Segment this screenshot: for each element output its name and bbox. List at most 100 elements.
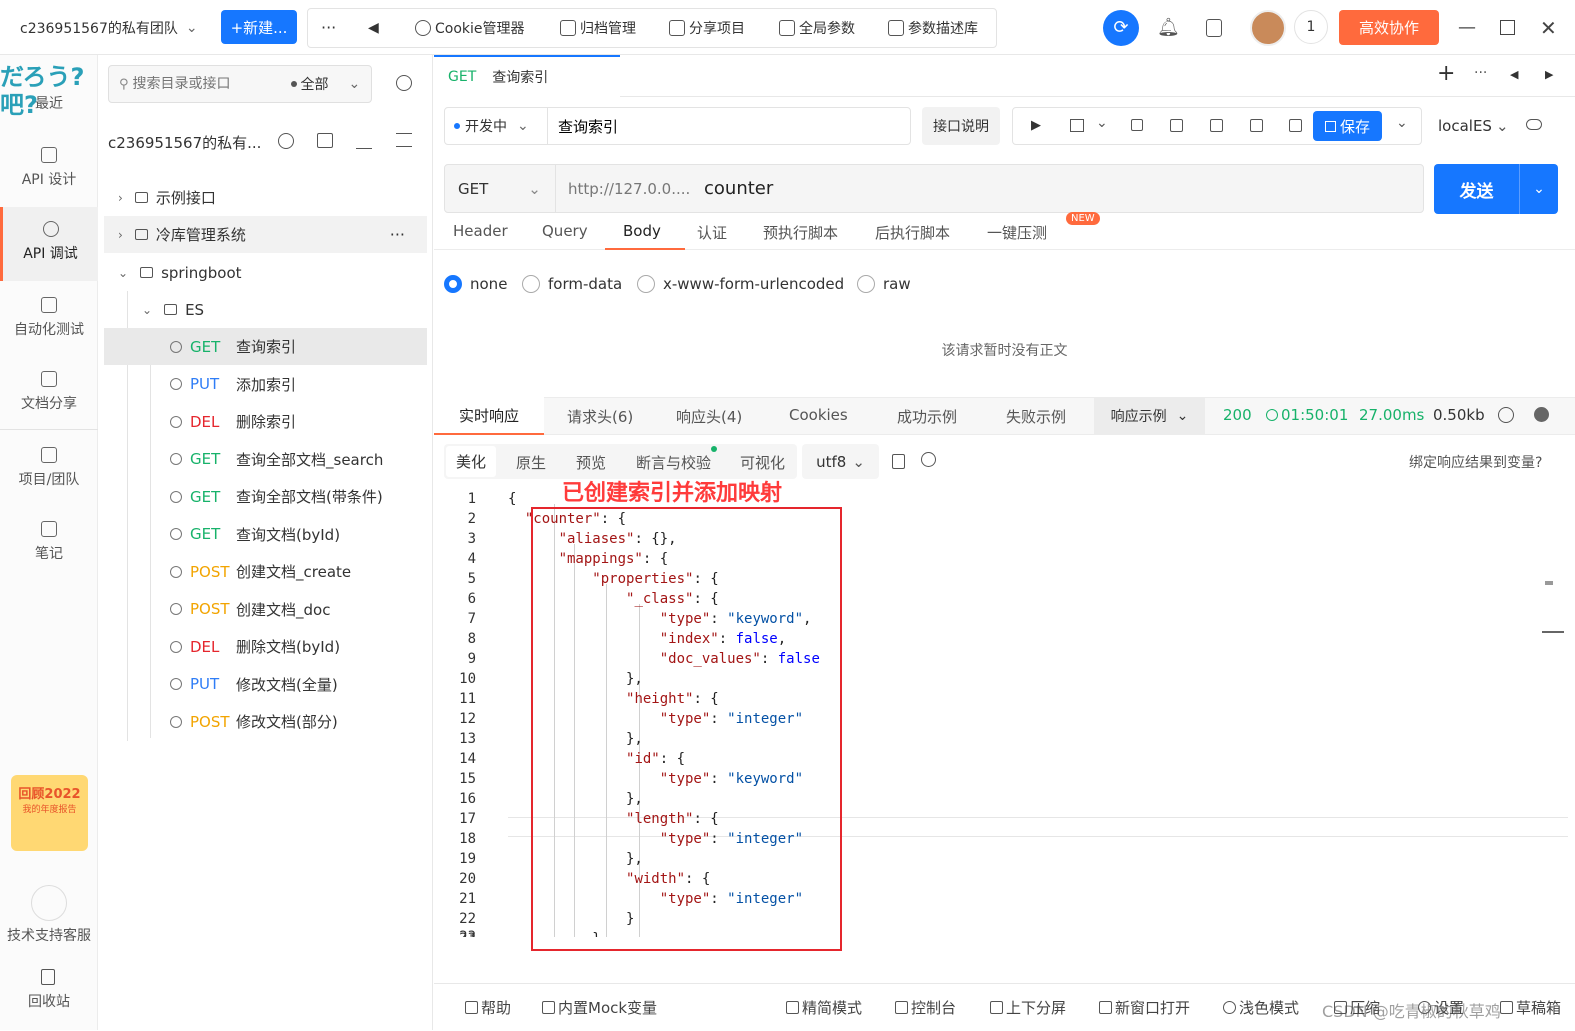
eye-icon[interactable] [1526,119,1542,130]
api-item[interactable]: GET 查询全部文档(带条件) [104,478,427,515]
folder-sample[interactable]: › 示例接口 [104,179,427,216]
tab-response-headers[interactable]: 响应头(4) [676,406,742,427]
collab-button[interactable]: 高效协作 [1339,10,1439,45]
tab-cookies[interactable]: Cookies [789,406,848,424]
add-tab-icon[interactable]: + [1437,61,1455,86]
chevron-down-icon[interactable]: ⌄ [1396,115,1408,131]
compact-mode-button[interactable]: 精简模式 [786,984,862,1031]
api-item[interactable]: POST 修改文档(部分) [104,703,427,740]
global-params-button[interactable]: 全局参数 [779,0,855,55]
tab-header[interactable]: Header [453,222,508,240]
globe-icon[interactable] [1498,407,1514,423]
url-input[interactable]: counter [704,164,773,213]
folder-springboot[interactable]: ⌄ springboot [104,254,427,291]
sort-icon[interactable] [396,133,412,147]
method-select[interactable]: GET ⌄ [458,164,541,213]
response-example-select[interactable]: 响应示例 ⌄ [1094,398,1205,434]
close-icon[interactable]: ✕ [1540,0,1557,55]
doc-button[interactable]: 接口说明 [922,107,1000,145]
tab-body[interactable]: Body [623,222,661,240]
drafts-button[interactable]: 草稿箱 [1500,984,1561,1031]
format-icon[interactable] [1070,119,1084,132]
tab-fail-example[interactable]: 失败示例 [1006,406,1066,427]
tab-raw[interactable]: 原生 [516,452,546,473]
share-tree-icon[interactable] [278,133,294,149]
rail-api-debug[interactable]: API 调试 [0,207,98,281]
rail-recent[interactable]: 最近 [0,93,98,123]
share-icon[interactable] [1250,119,1263,132]
copy-icon[interactable] [1170,119,1183,132]
radio-urlencoded[interactable]: x-www-form-urlencoded [637,275,844,293]
send-options-button[interactable]: ⌄ [1519,164,1558,214]
split-button[interactable]: 上下分屏 [990,984,1066,1031]
lock-icon[interactable] [1131,119,1143,131]
rail-automation[interactable]: 自动化测试 [0,283,98,357]
tab-auth[interactable]: 认证 [697,222,727,243]
copy-icon[interactable] [892,454,905,469]
sync-icon[interactable]: ⟳ [1103,10,1139,46]
tab-next-icon[interactable]: ▶ [1545,68,1553,81]
light-mode-button[interactable]: 浅色模式 [1223,984,1299,1031]
more-button[interactable]: ··· [321,0,336,55]
tab-prescript[interactable]: 预执行脚本 [763,222,838,243]
trash-label[interactable]: 回收站 [0,991,98,1011]
tab-more-icon[interactable]: ··· [1474,65,1487,81]
bell-icon[interactable]: 🔔︎ [1157,0,1180,55]
add-folder-icon[interactable] [317,133,333,148]
import-icon[interactable] [356,133,372,149]
mock-vars-button[interactable]: 内置Mock变量 [542,984,657,1031]
tab-prev-icon[interactable]: ◀ [1510,68,1518,81]
api-item[interactable]: DEL 删除索引 [104,403,427,440]
run-icon[interactable]: ▶ [1031,118,1041,133]
api-item[interactable]: DEL 删除文档(byId) [104,628,427,665]
year-review-banner[interactable]: 回顾2022 我的年度报告 [11,775,88,851]
filter-select[interactable]: 全部 [301,74,329,94]
support-icon[interactable] [31,885,67,921]
encoding-select[interactable]: utf8 ⌄ [802,444,879,479]
api-item[interactable]: GET 查询文档(byId) [104,516,427,553]
tab-stress-test[interactable]: 一键压测 [987,222,1047,243]
api-item[interactable]: POST 创建文档_doc [104,591,427,628]
notification-count[interactable]: 1 [1294,10,1328,44]
radio-form-data[interactable]: form-data [522,275,622,293]
bind-variable-link[interactable]: 绑定响应结果到变量? [1409,452,1542,472]
search-input[interactable] [132,76,273,92]
env-select[interactable]: localES ⌄ [1438,107,1509,145]
team-selector[interactable]: c236951567的私有团队 ⌄ [20,0,198,55]
status-select[interactable]: 开发中 ⌄ [454,107,529,145]
tab-query[interactable]: Query [542,222,588,240]
archive-button[interactable]: 归档管理 [560,0,636,55]
notes-icon[interactable] [1206,19,1222,37]
cookie-manager-button[interactable]: Cookie管理器 [415,0,525,55]
url-base[interactable]: http://127.0.0.... [568,164,690,213]
api-item[interactable]: PUT 修改文档(全量) [104,666,427,703]
avatar[interactable] [1250,10,1286,46]
tab-live-response[interactable]: 实时响应 [434,397,544,435]
history-icon[interactable] [1289,119,1302,132]
radio-raw[interactable]: raw [857,275,911,293]
rail-api-design[interactable]: API 设计 [0,133,98,207]
rail-notes[interactable]: 笔记 [0,507,98,581]
folder-es[interactable]: ⌄ ES [104,291,427,328]
trash-icon[interactable] [41,969,55,985]
tab-preview[interactable]: 预览 [576,452,606,473]
save-button[interactable]: 保存 [1313,111,1382,141]
api-item[interactable]: POST 创建文档_create [104,553,427,590]
more-icon[interactable]: ··· [390,225,405,244]
help-button[interactable]: 帮助 [465,984,511,1031]
locate-icon[interactable] [396,75,412,91]
tab-assertions[interactable]: 断言与校验 [636,452,711,473]
maximize-icon[interactable] [1500,20,1515,35]
tab-pretty[interactable]: 美化 [446,446,496,477]
tab-success-example[interactable]: 成功示例 [897,406,957,427]
send-button[interactable]: 发送 [1434,164,1519,214]
api-item[interactable]: GET 查询索引 [104,328,427,365]
search-icon[interactable] [921,452,936,467]
param-library-button[interactable]: 参数描述库 [888,0,978,55]
share-project-button[interactable]: 分享项目 [669,0,745,55]
folder-coldstorage[interactable]: › 冷库管理系统 ··· [104,216,427,253]
api-item[interactable]: GET 查询全部文档_search [104,441,427,478]
tab-request-headers[interactable]: 请求头(6) [567,406,633,427]
collapse-icon[interactable]: ◀ [368,0,379,55]
tab-active[interactable]: GET 查询索引 [434,55,620,97]
